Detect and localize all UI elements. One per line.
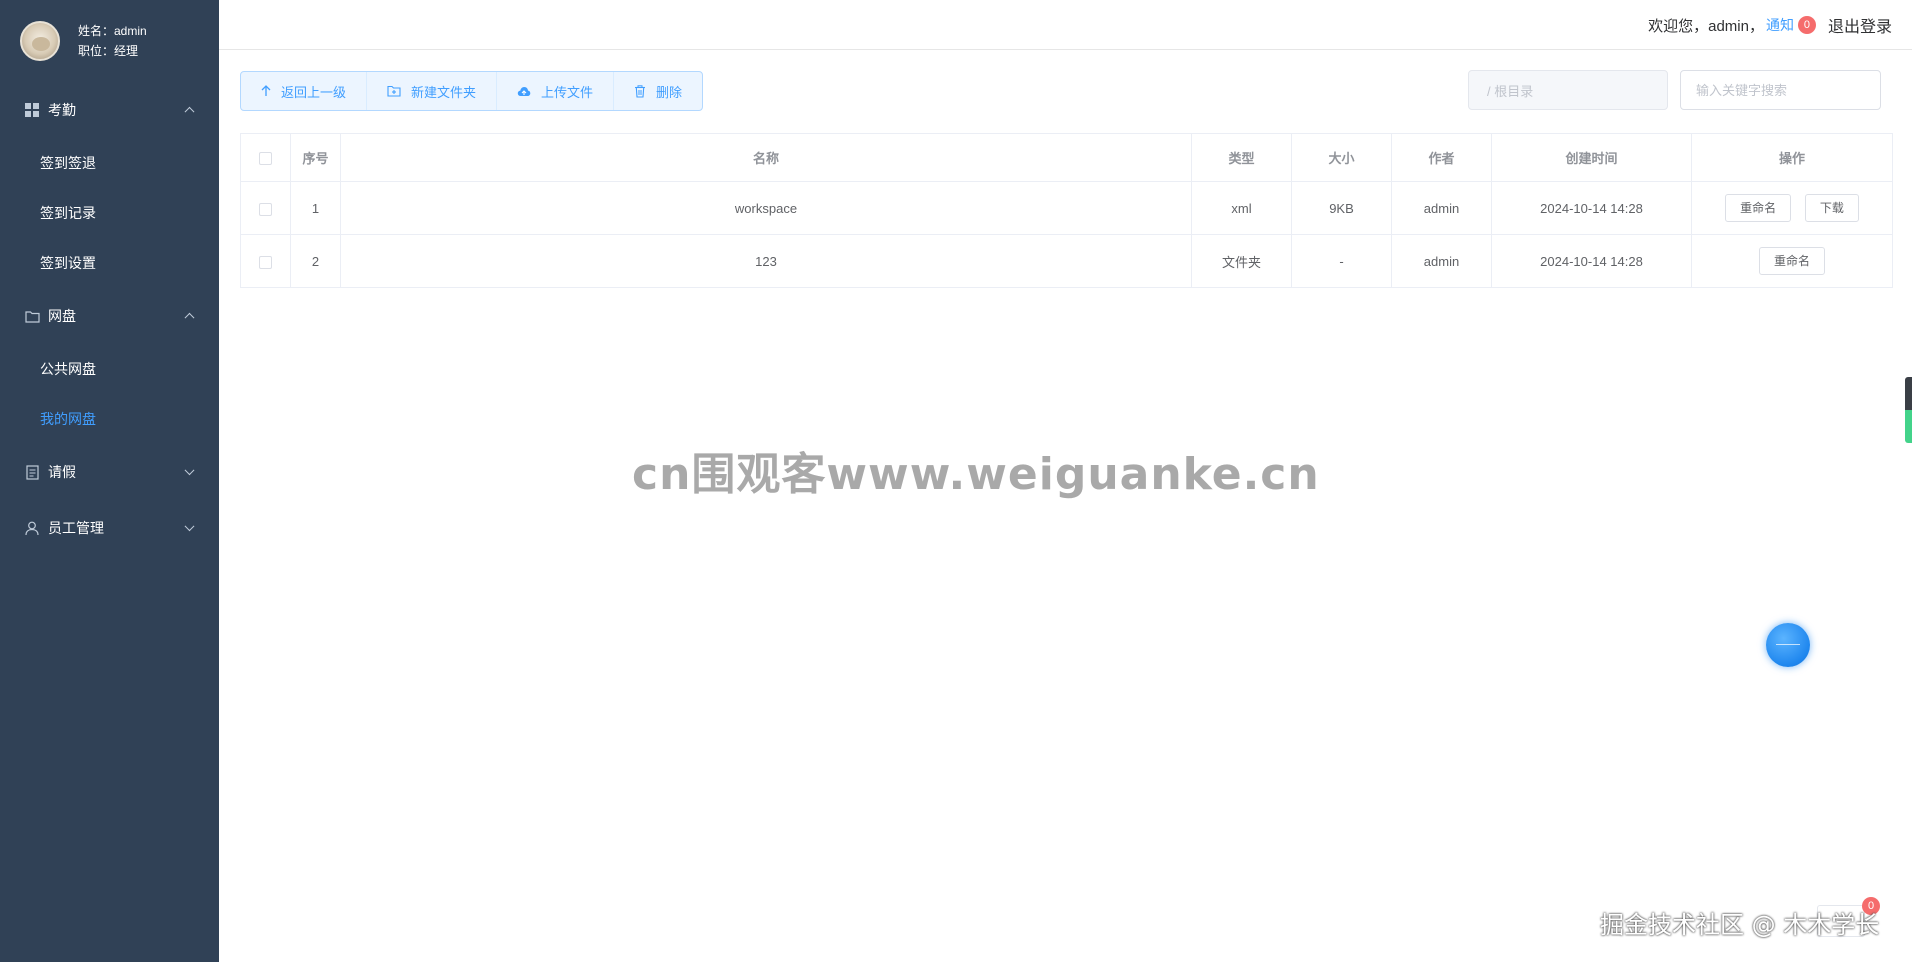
column-header: 创建时间 — [1491, 133, 1692, 182]
column-header: 序号 — [290, 133, 341, 182]
user-profile: 姓名：admin 职位：经理 — [0, 0, 219, 82]
user-name: 姓名：admin — [78, 24, 147, 38]
menu-group-label: 员工管理 — [48, 520, 104, 536]
download-button[interactable]: 下载 — [1804, 194, 1859, 222]
cell-name: 123 — [340, 234, 1192, 288]
side-scroll-indicator[interactable] — [1905, 377, 1912, 443]
row-checkbox[interactable] — [259, 202, 272, 216]
menu-group-label: 网盘 — [48, 308, 76, 324]
menu-group-netdisk[interactable]: 网盘 — [0, 288, 219, 344]
sidebar-menu: 考勤 签到签退 签到记录 签到设置 网盘 公共网盘 我的网盘 请假 员工管理 — [0, 82, 219, 556]
select-all-checkbox[interactable] — [259, 152, 272, 166]
column-header: 大小 — [1291, 133, 1392, 182]
cell-size: - — [1291, 234, 1392, 288]
new-folder-label: 新建文件夹 — [411, 84, 477, 100]
row-select-cell — [240, 181, 291, 235]
cell-created: 2024-10-14 14:28 — [1491, 234, 1692, 288]
sidebar: 姓名：admin 职位：经理 考勤 签到签退 签到记录 签到设置 网盘 公共网盘… — [0, 0, 219, 962]
user-role: 职位：经理 — [78, 44, 139, 58]
welcome-text: 欢迎您，admin， — [1648, 17, 1764, 35]
file-table: 序号 名称 类型 大小 作者 创建时间 操作 1 workspace xml 9… — [240, 133, 1893, 288]
trash-icon — [634, 84, 646, 98]
column-header: 名称 — [340, 133, 1192, 182]
folder-icon — [24, 308, 40, 324]
menu-group-employee[interactable]: 员工管理 — [0, 500, 219, 556]
new-folder-button[interactable]: 新建文件夹 — [366, 72, 496, 110]
chevron-down-icon — [184, 521, 195, 532]
rename-button[interactable]: 重命名 — [1758, 247, 1825, 275]
user-info: 姓名：admin 职位：经理 — [78, 21, 147, 61]
cell-index: 2 — [290, 234, 341, 288]
cell-created: 2024-10-14 14:28 — [1491, 181, 1692, 235]
cell-index: 1 — [290, 181, 341, 235]
column-header: 作者 — [1391, 133, 1492, 182]
grid-icon — [24, 102, 40, 118]
floating-assistant-button[interactable] — [1766, 623, 1810, 667]
row-checkbox[interactable] — [259, 255, 272, 269]
upload-label: 上传文件 — [541, 84, 594, 100]
sidebar-item-sign-in-out[interactable]: 签到签退 — [0, 138, 219, 188]
cell-type: xml — [1191, 181, 1292, 235]
menu-group-label: 考勤 — [48, 102, 76, 118]
cell-author: admin — [1391, 181, 1492, 235]
cell-author: admin — [1391, 234, 1492, 288]
cell-size: 9KB — [1291, 181, 1392, 235]
delete-label: 删除 — [656, 84, 683, 100]
menu-group-attendance[interactable]: 考勤 — [0, 82, 219, 138]
table-row[interactable]: 1 workspace xml 9KB admin 2024-10-14 14:… — [240, 181, 1893, 235]
arrow-up-icon — [261, 85, 271, 97]
source-watermark: 掘金技术社区 @ 木木学长 — [1600, 911, 1880, 939]
select-all-cell — [240, 133, 291, 182]
back-label: 返回上一级 — [281, 84, 347, 100]
column-header: 操作 — [1691, 133, 1893, 182]
delete-button[interactable]: 删除 — [613, 72, 702, 110]
menu-group-leave[interactable]: 请假 — [0, 444, 219, 500]
table-row[interactable]: 2 123 文件夹 - admin 2024-10-14 14:28 重命名 — [240, 234, 1893, 288]
logout-link[interactable]: 退出登录 — [1828, 13, 1892, 37]
search-input[interactable] — [1680, 70, 1881, 110]
user-icon — [24, 520, 40, 536]
header-right: 欢迎您，admin， 通知 0 退出登录 — [1648, 0, 1892, 50]
sidebar-item-public-disk[interactable]: 公共网盘 — [0, 344, 219, 394]
row-select-cell — [240, 234, 291, 288]
path-breadcrumb: / 根目录 — [1468, 70, 1668, 110]
back-button[interactable]: 返回上一级 — [241, 72, 366, 110]
cloud-upload-icon — [517, 86, 531, 97]
cell-name: workspace — [340, 181, 1192, 235]
avatar[interactable] — [20, 21, 60, 61]
cell-actions: 重命名 — [1691, 234, 1893, 288]
folder-add-icon — [387, 85, 401, 97]
cell-actions: 重命名 下载 — [1691, 181, 1893, 235]
sidebar-item-sign-settings[interactable]: 签到设置 — [0, 238, 219, 288]
chevron-up-icon — [184, 312, 195, 323]
document-icon — [24, 464, 40, 480]
cell-type: 文件夹 — [1191, 234, 1292, 288]
menu-group-label: 请假 — [48, 464, 76, 480]
rename-button[interactable]: 重命名 — [1725, 194, 1792, 222]
watermark-text: cn围观客www.weiguanke.cn — [632, 449, 1320, 500]
notice-link[interactable]: 通知 — [1766, 15, 1794, 35]
file-toolbar: 返回上一级 新建文件夹 上传文件 删除 — [240, 71, 704, 111]
column-header: 类型 — [1191, 133, 1292, 182]
top-header: 欢迎您，admin， 通知 0 退出登录 — [219, 0, 1912, 50]
notice-badge: 0 — [1797, 16, 1816, 34]
upload-button[interactable]: 上传文件 — [496, 72, 613, 110]
chevron-down-icon — [184, 465, 195, 476]
chevron-up-icon — [184, 106, 195, 117]
table-header-row: 序号 名称 类型 大小 作者 创建时间 操作 — [240, 133, 1893, 182]
sidebar-item-my-disk[interactable]: 我的网盘 — [0, 394, 219, 444]
sidebar-item-sign-records[interactable]: 签到记录 — [0, 188, 219, 238]
